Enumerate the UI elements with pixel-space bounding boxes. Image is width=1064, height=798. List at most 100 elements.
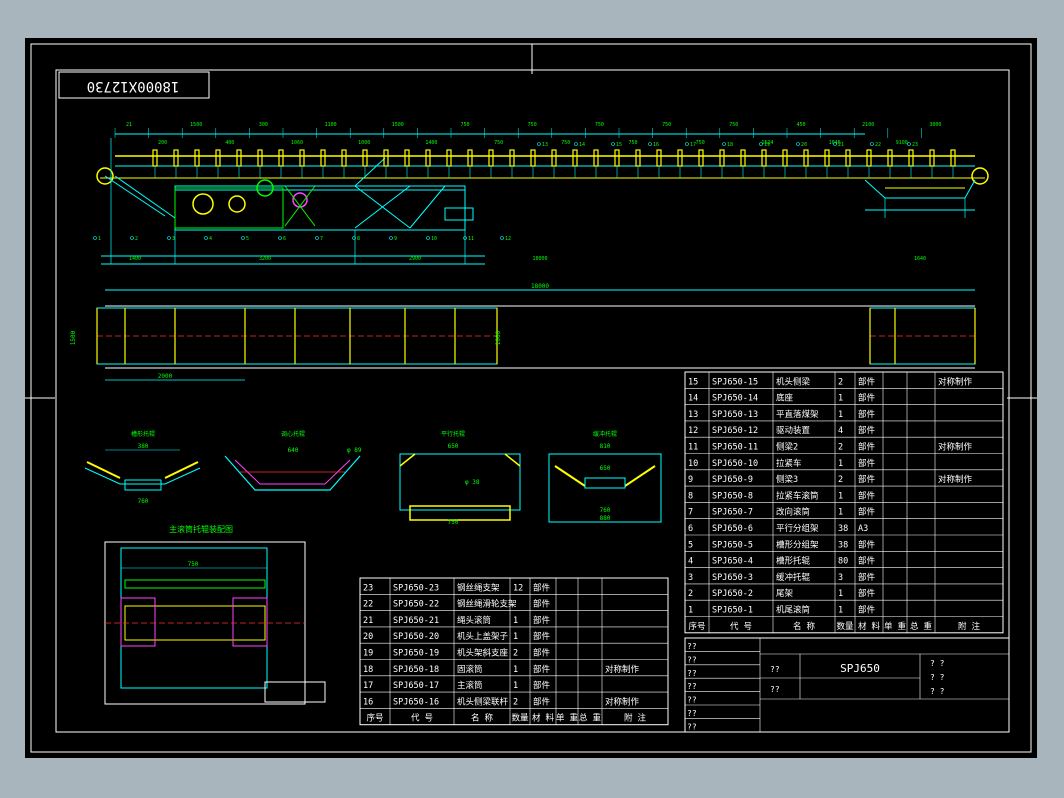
bom-left-cell-3-name: 机头上盖架子 xyxy=(457,631,509,642)
detail-view-adjust-idler: 调心托辊 640 φ 89 xyxy=(224,430,362,491)
bom-right-cell-8-name: 改向滚筒 xyxy=(776,507,810,518)
bom-right-cell-1-qty: 1 xyxy=(838,394,843,404)
title-placeholder-0: ?? xyxy=(687,642,697,651)
bom-left-header-0: 序号 xyxy=(366,713,383,724)
bom-right-cell-2-no: 13 xyxy=(688,410,698,420)
dim-top-label-9: 1400 xyxy=(425,140,437,146)
item-label-17: 18 xyxy=(727,142,733,148)
cad-canvas[interactable]: 18000X12730 21 200 1500 400 300 1060 1100 1000 1… xyxy=(25,38,1037,758)
item-dot-17 xyxy=(722,142,726,146)
item-dot-0 xyxy=(93,236,97,240)
detail-dim-8: 810 xyxy=(600,443,611,450)
bom-right-cell-8-no: 7 xyxy=(688,508,693,518)
bom-left-cell-0-name: 钢丝绳支架 xyxy=(457,582,500,593)
item-label-22: 23 xyxy=(912,142,918,148)
dim-bottom-label-1: 3200 xyxy=(259,256,271,262)
item-dot-22 xyxy=(907,142,911,146)
bom-left-cell-4-name: 机头架斜支座 xyxy=(457,648,509,659)
bom-left-cell-7-mat: 部件 xyxy=(533,696,551,707)
bom-right-cell-9-no: 6 xyxy=(688,524,693,534)
bom-left-cell-0-code: SPJ650-23 xyxy=(393,583,439,593)
bom-right-cell-1-no: 14 xyxy=(688,394,698,404)
bom-left-cell-5-mat: 部件 xyxy=(533,664,551,675)
bom-left-header-7: 附 注 xyxy=(624,713,647,724)
bom-left-cell-0-qty: 12 xyxy=(513,583,523,593)
detail-dim-4: φ 89 xyxy=(347,447,362,454)
bom-left-header-3: 数量 xyxy=(511,713,529,724)
dim-bottom-label-2: 2900 xyxy=(409,256,421,262)
idler-2 xyxy=(194,149,200,167)
item-label-11: 12 xyxy=(505,236,511,242)
dim-top-label-13: 750 xyxy=(561,140,570,146)
bom-left-header-6: 总 重 xyxy=(579,713,602,724)
bom-right-cell-0-note: 对称制作 xyxy=(938,376,973,387)
bom-right-cell-12-mat: 部件 xyxy=(858,572,876,583)
bom-right-cell-10-name: 槽形分组架 xyxy=(776,539,819,550)
title-placeholder-2: ?? xyxy=(687,669,697,678)
bom-left-cell-2-mat: 部件 xyxy=(533,615,551,626)
bom-left-cell-5-qty: 1 xyxy=(513,665,518,675)
item-dot-11 xyxy=(500,236,504,240)
bom-right-cell-0-name: 机头侧梁 xyxy=(776,376,811,387)
bom-right-cell-6-qty: 2 xyxy=(838,475,843,485)
plan-dim-c: 1000 xyxy=(495,330,502,345)
title-placeholder-6: ?? xyxy=(687,722,697,731)
idler-stations xyxy=(152,149,956,178)
bom-left-cell-0-no: 23 xyxy=(363,583,373,593)
dim-top-label-11: 750 xyxy=(494,140,503,146)
bom-left-header-2: 名 称 xyxy=(471,713,494,724)
bom-right-cell-3-qty: 4 xyxy=(838,426,843,436)
bom-left-header-1: 代 号 xyxy=(411,713,433,724)
idler-32 xyxy=(824,149,830,167)
item-dot-13 xyxy=(574,142,578,146)
bom-right-cell-14-qty: 1 xyxy=(838,606,843,616)
bom-right-cell-11-name: 槽形托辊 xyxy=(776,556,811,567)
bom-left-header-4: 材 料 xyxy=(532,713,555,724)
detail-view-flat-idler: 平行托辊 650 750 φ 38 xyxy=(399,430,521,526)
bom-right-cell-0-qty: 2 xyxy=(838,377,843,387)
detail-view-buffer-idler: 缓冲托辊 810 760 880 650 xyxy=(548,430,662,523)
bom-right-cell-11-mat: 部件 xyxy=(858,556,876,567)
bom-right-cell-4-note: 对称制作 xyxy=(938,442,973,453)
bom-left-cell-1-code: SPJ650-22 xyxy=(393,600,439,610)
title-cell-b: ?? xyxy=(770,685,780,694)
dim-top-label-22: 2100 xyxy=(862,122,874,128)
item-label-3: 4 xyxy=(209,236,212,242)
item-dot-21 xyxy=(870,142,874,146)
bom-left-cell-4-mat: 部件 xyxy=(533,648,551,659)
bom-right-cell-2-mat: 部件 xyxy=(858,409,876,420)
detail-dim-3: 640 xyxy=(288,447,299,454)
dim-top-label-1: 200 xyxy=(158,140,167,146)
idler-31 xyxy=(803,149,809,167)
dim-top-label-6: 1100 xyxy=(325,122,337,128)
bom-right-cell-3-code: SPJ650-12 xyxy=(712,426,758,436)
dim-top-label-14: 750 xyxy=(595,122,604,128)
bom-right-header-7: 附 注 xyxy=(958,621,981,632)
idler-4 xyxy=(236,149,242,167)
bom-left-cell-6-no: 17 xyxy=(363,681,373,691)
bom-right-cell-1-code: SPJ650-14 xyxy=(712,394,758,404)
dim-top-label-8: 1500 xyxy=(392,122,404,128)
idler-18 xyxy=(530,149,536,167)
bom-right-cell-2-code: SPJ650-13 xyxy=(712,410,758,420)
bom-right-cell-2-name: 平直落煤架 xyxy=(776,409,819,420)
item-label-0: 1 xyxy=(98,236,101,242)
bom-right-cell-0-code: SPJ650-15 xyxy=(712,377,758,387)
idler-1 xyxy=(173,149,179,167)
bom-right-cell-14-name: 机尾滚筒 xyxy=(776,605,810,616)
bom-right-cell-0-mat: 部件 xyxy=(858,376,876,387)
bom-right-cell-4-mat: 部件 xyxy=(858,442,876,453)
plan-dim-a: 2000 xyxy=(158,373,173,380)
title-placeholder-3: ?? xyxy=(687,682,697,691)
bom-left-cell-2-no: 21 xyxy=(363,616,373,626)
dim-top-label-12: 750 xyxy=(528,122,537,128)
bom-right-cell-13-mat: 部件 xyxy=(858,588,876,599)
bom-left-cell-7-no: 16 xyxy=(363,697,373,707)
bom-left-cell-5-note: 对称制作 xyxy=(605,664,640,675)
bom-right-cell-9-mat: A3 xyxy=(858,524,868,534)
item-label-15: 16 xyxy=(653,142,659,148)
bom-right-header-6: 总 重 xyxy=(910,621,933,632)
item-dot-2 xyxy=(167,236,171,240)
bom-right-cell-3-no: 12 xyxy=(688,426,698,436)
item-dot-16 xyxy=(685,142,689,146)
